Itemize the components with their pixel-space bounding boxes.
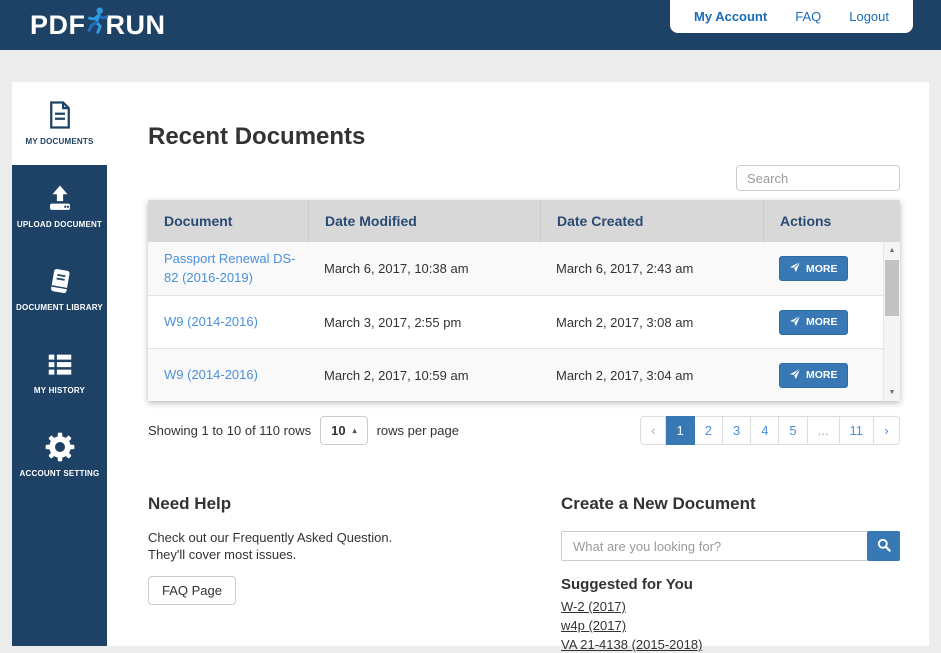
prev-page-button[interactable]: ‹ (640, 416, 667, 445)
next-page-button[interactable]: › (874, 416, 900, 445)
top-nav: My Account FAQ Logout (670, 0, 913, 33)
page-button-11[interactable]: 11 (839, 416, 874, 445)
content-card: MY DOCUMENTS UPLOAD DOCUMENT DOCUMENT LI… (12, 82, 929, 652)
page-title: Recent Documents (148, 123, 366, 150)
more-button[interactable]: MORE (779, 309, 848, 335)
page-size-dropdown[interactable]: 10 ▴ (320, 416, 368, 445)
scrollbar-thumb[interactable] (885, 260, 899, 316)
logo-text-run: RUN (105, 9, 166, 40)
paper-plane-icon (789, 315, 801, 330)
book-icon (45, 266, 75, 296)
paper-plane-icon (789, 261, 801, 276)
pager: ‹ 1 2 3 4 5 ... 11 › (640, 416, 900, 445)
help-text-line2: They'll cover most issues. (148, 547, 297, 562)
date-created-cell: March 2, 2017, 3:04 am (556, 367, 694, 383)
sidebar-item-my-history[interactable]: MY HISTORY (12, 331, 107, 414)
document-link[interactable]: W9 (2014-2016) (164, 366, 258, 384)
sidebar-item-label: MY DOCUMENTS (25, 137, 94, 146)
create-document-section: Create a New Document Suggested for You … (561, 494, 900, 653)
suggested-link[interactable]: W-2 (2017) (561, 599, 900, 615)
page-button-3[interactable]: 3 (722, 416, 752, 445)
pagination-bar: Showing 1 to 10 of 110 rows 10 ▴ rows pe… (148, 416, 900, 445)
faq-link[interactable]: FAQ (795, 9, 821, 24)
suggested-link[interactable]: w4p (2017) (561, 618, 900, 634)
rows-per-page-label: rows per page (376, 423, 459, 438)
date-modified-cell: March 2, 2017, 10:59 am (324, 367, 469, 383)
column-header-document[interactable]: Document (148, 200, 308, 242)
sidebar-item-label: UPLOAD DOCUMENT (16, 220, 103, 229)
page-button-4[interactable]: 4 (751, 416, 780, 445)
my-account-link[interactable]: My Account (694, 9, 767, 24)
sidebar-item-label: DOCUMENT LIBRARY (16, 303, 103, 312)
faq-page-button[interactable]: FAQ Page (148, 576, 236, 605)
suggested-link[interactable]: VA 21-4138 (2015-2018) (561, 637, 900, 653)
date-modified-cell: March 6, 2017, 10:38 am (324, 261, 469, 276)
table-row: W9 (2014-2016) March 2, 2017, 10:59 am M… (148, 348, 900, 401)
page-size-value: 10 (331, 423, 346, 438)
create-document-title: Create a New Document (561, 494, 756, 513)
create-search-button[interactable] (867, 531, 900, 561)
date-created-cell: March 6, 2017, 2:43 am (556, 261, 694, 276)
search-input[interactable] (736, 165, 900, 191)
more-button-label: MORE (806, 262, 838, 275)
logout-link[interactable]: Logout (849, 9, 889, 24)
page-ellipsis: ... (807, 416, 840, 445)
date-created-cell: March 2, 2017, 3:08 am (556, 314, 694, 330)
main-content: Recent Documents Document Date Modified … (107, 82, 929, 652)
magnifier-icon (876, 537, 892, 556)
page-button-2[interactable]: 2 (694, 416, 723, 445)
runner-icon (81, 4, 111, 45)
document-link[interactable]: Passport Renewal DS-82 (2016-2019) (164, 250, 306, 286)
column-header-actions[interactable]: Actions (763, 200, 900, 242)
top-header: PDF RUN My Account FAQ Logout (0, 0, 941, 50)
need-help-title: Need Help (148, 494, 232, 513)
table-header-row: Document Date Modified Date Created Acti… (148, 200, 900, 242)
sidebar-item-label: MY HISTORY (33, 386, 86, 395)
more-button[interactable]: MORE (779, 256, 848, 281)
bottom-sections: Need Help Check out our Frequently Asked… (148, 494, 900, 653)
create-search-input[interactable] (561, 531, 867, 561)
table-body: Passport Renewal DS-82 (2016-2019) March… (148, 242, 900, 401)
sidebar-item-upload-document[interactable]: UPLOAD DOCUMENT (12, 165, 107, 248)
list-icon (45, 349, 75, 379)
table-row: W9 (2014-2016) March 3, 2017, 2:55 pm Ma… (148, 295, 900, 348)
logo-text-pdf: PDF (30, 9, 86, 40)
paper-plane-icon (789, 368, 801, 383)
sidebar: MY DOCUMENTS UPLOAD DOCUMENT DOCUMENT LI… (12, 82, 107, 646)
caret-up-icon: ▴ (352, 426, 357, 435)
date-modified-cell: March 3, 2017, 2:55 pm (324, 314, 462, 330)
create-search-group (561, 531, 900, 561)
sidebar-item-document-library[interactable]: DOCUMENT LIBRARY (12, 248, 107, 331)
need-help-section: Need Help Check out our Frequently Asked… (148, 494, 561, 653)
table-toolbar (148, 165, 900, 191)
suggested-title: Suggested for You (561, 576, 693, 593)
page-button-5[interactable]: 5 (779, 416, 808, 445)
document-icon (45, 100, 75, 130)
more-button-label: MORE (806, 316, 838, 328)
column-header-date-created[interactable]: Date Created (540, 200, 763, 242)
document-link[interactable]: W9 (2014-2016) (164, 313, 258, 331)
more-button-label: MORE (806, 369, 838, 381)
sidebar-item-account-setting[interactable]: ACCOUNT SETTING (12, 414, 107, 497)
table-scrollbar[interactable]: ▲ ▼ (883, 242, 900, 401)
pagination-summary: Showing 1 to 10 of 110 rows (148, 423, 312, 438)
help-text-line1: Check out our Frequently Asked Question. (148, 530, 393, 545)
more-button[interactable]: MORE (779, 362, 848, 388)
gear-icon (45, 432, 75, 462)
pdfrun-logo[interactable]: PDF RUN (30, 0, 166, 50)
sidebar-item-label: ACCOUNT SETTING (19, 469, 100, 478)
page-button-1[interactable]: 1 (666, 416, 695, 445)
documents-table: Document Date Modified Date Created Acti… (148, 200, 900, 401)
upload-icon (45, 183, 75, 213)
table-row: Passport Renewal DS-82 (2016-2019) March… (148, 242, 900, 295)
scroll-up-button[interactable]: ▲ (884, 243, 900, 258)
column-header-date-modified[interactable]: Date Modified (308, 200, 540, 242)
sidebar-item-my-documents[interactable]: MY DOCUMENTS (12, 82, 107, 165)
scroll-down-button[interactable]: ▼ (884, 385, 900, 400)
